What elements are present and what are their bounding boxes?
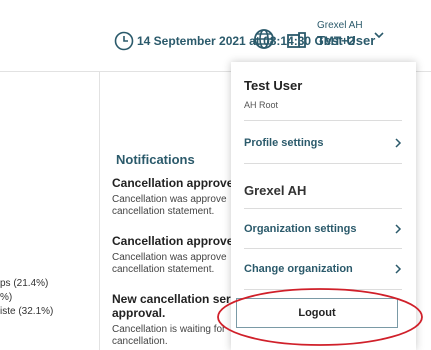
org-switch-icon[interactable] [285, 28, 307, 50]
legend-item: iste (32.1%) [0, 306, 54, 317]
header-user-name[interactable]: Test User [317, 33, 375, 48]
notification-body: cancellation statement. [112, 206, 215, 217]
notification-heading[interactable]: Cancellation approve [112, 176, 233, 190]
profile-settings-label: Profile settings [244, 137, 324, 149]
organization-settings-label: Organization settings [244, 223, 357, 235]
legend-item: ps (21.4%) [0, 278, 49, 289]
divider [244, 163, 402, 164]
clock-icon [114, 31, 134, 51]
change-organization-label: Change organization [244, 263, 353, 275]
menu-user-role: AH Root [244, 100, 279, 110]
chevron-right-icon [395, 224, 402, 234]
notification-body: cancellation. [112, 336, 168, 347]
organization-settings-link[interactable]: Organization settings [244, 223, 402, 241]
profile-settings-link[interactable]: Profile settings [244, 137, 402, 155]
divider [244, 248, 402, 249]
notification-heading[interactable]: approval. [112, 306, 165, 320]
legend-item: %) [0, 292, 13, 303]
chevron-right-icon [395, 138, 402, 148]
chevron-right-icon [395, 264, 402, 274]
notification-body: cancellation statement. [112, 264, 215, 275]
notification-heading[interactable]: Cancellation approve [112, 234, 233, 248]
notification-body: Cancellation was approve [112, 194, 227, 205]
chart-panel: ps (21.4%) %) iste (32.1%) [0, 72, 100, 350]
globe-icon[interactable] [253, 28, 275, 50]
notifications-title: Notifications [116, 152, 195, 167]
divider [244, 208, 402, 209]
divider [244, 120, 402, 121]
notification-heading[interactable]: New cancellation ser [112, 292, 231, 306]
chevron-down-icon[interactable] [373, 30, 385, 40]
notification-body: Cancellation is waiting for [112, 324, 226, 335]
highlight-ellipse [217, 288, 423, 346]
notification-body: Cancellation was approve [112, 252, 227, 263]
change-organization-link[interactable]: Change organization [244, 263, 402, 281]
menu-user-name: Test User [244, 78, 303, 93]
header-org-name[interactable]: Grexel AH [317, 20, 363, 31]
menu-org-name: Grexel AH [244, 183, 307, 198]
